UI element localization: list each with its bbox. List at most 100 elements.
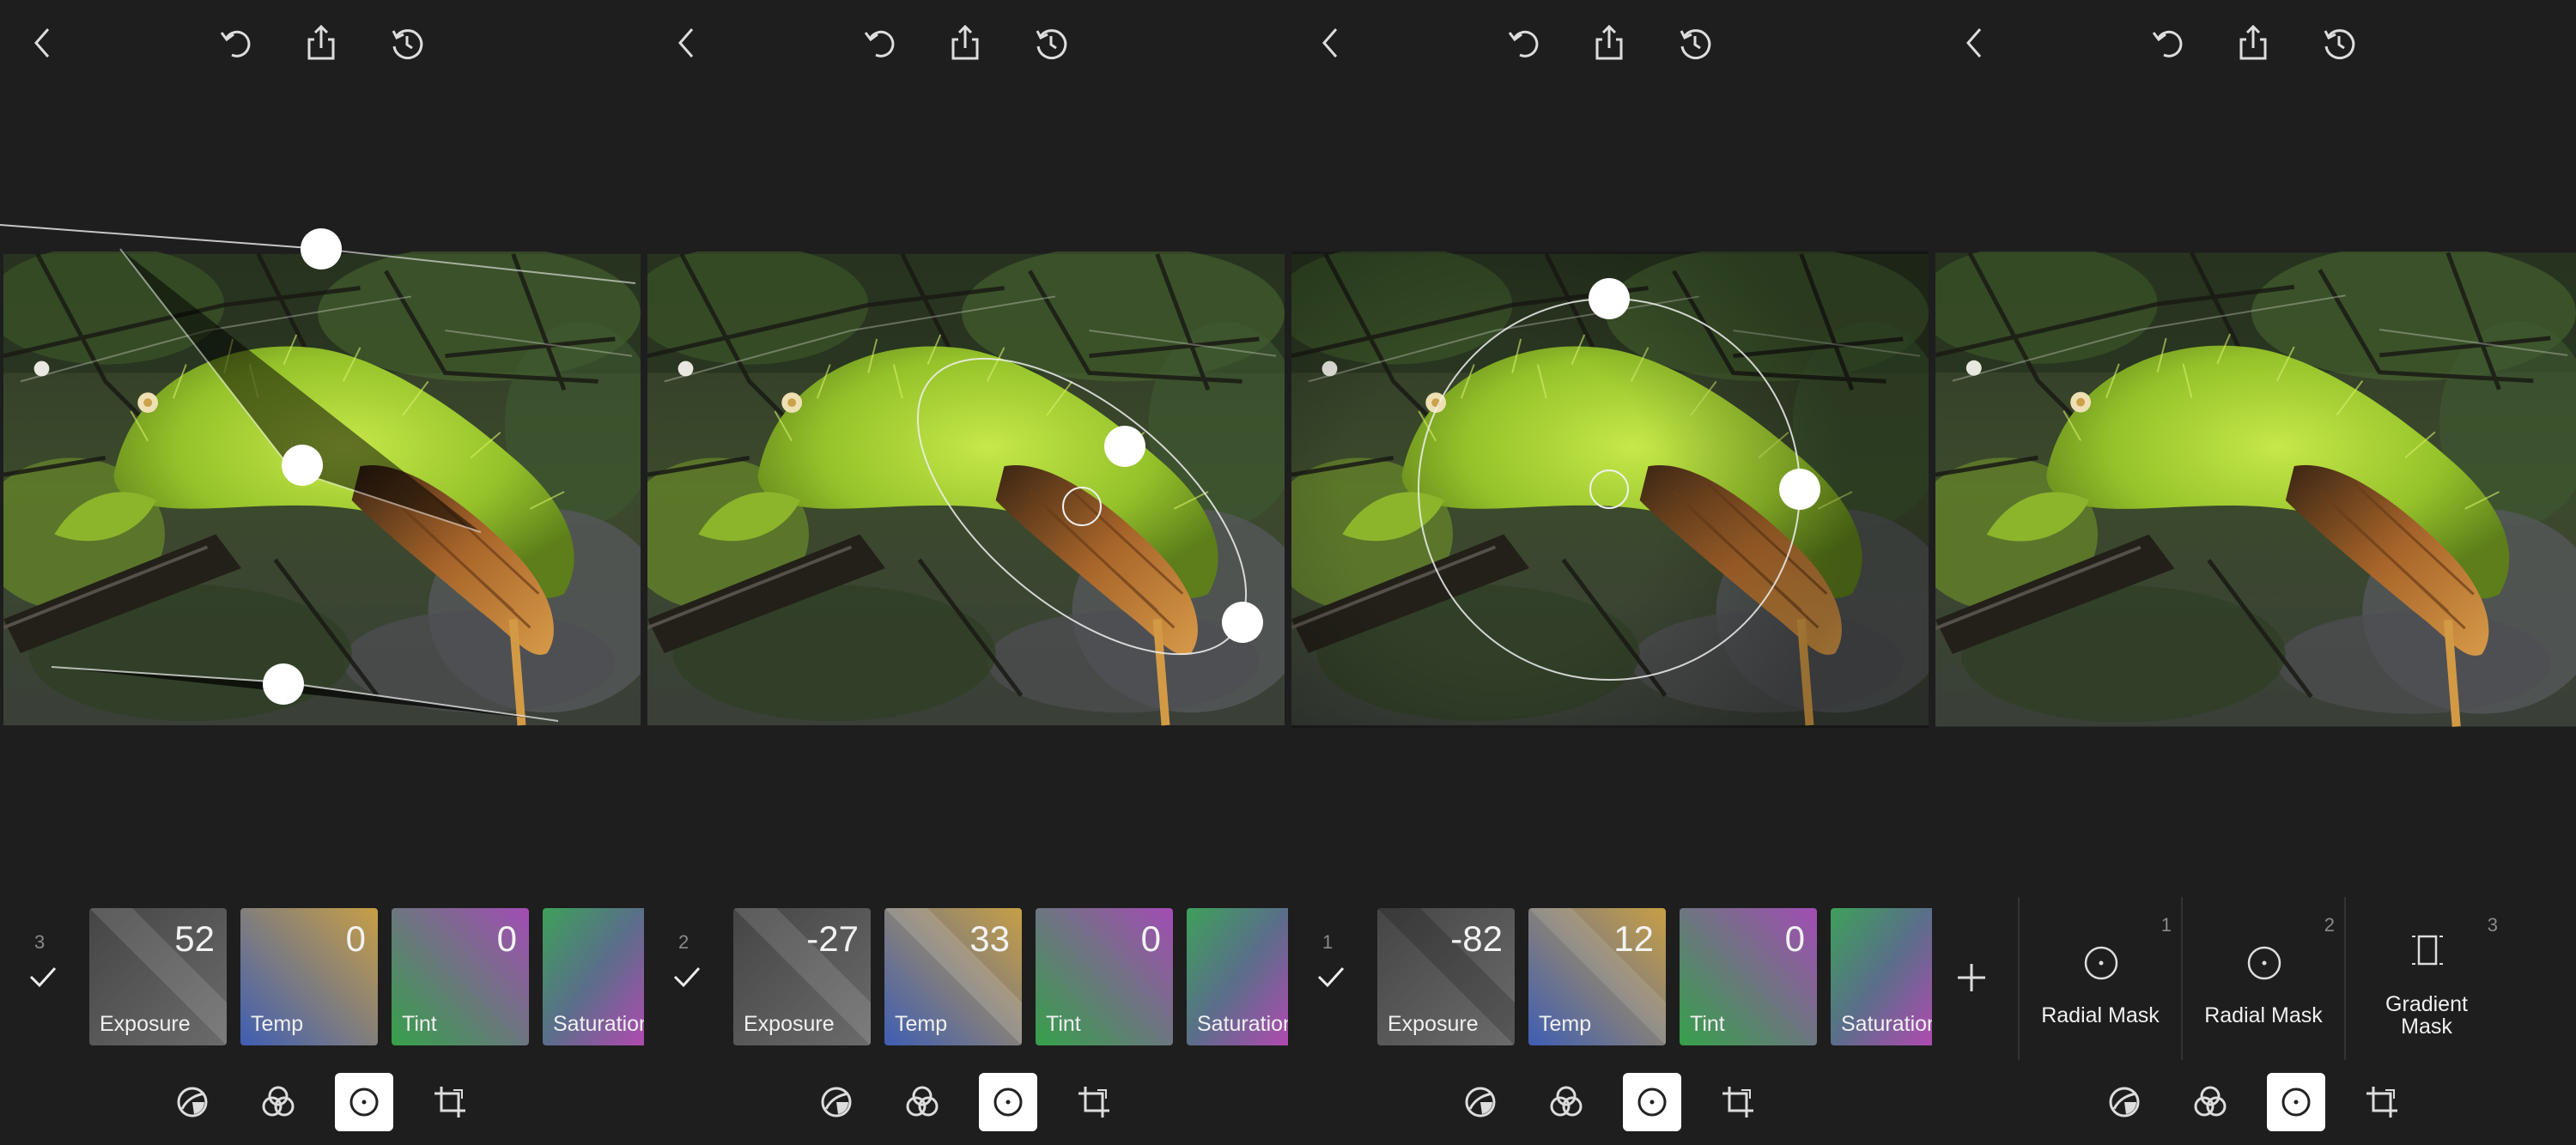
mask-item-3[interactable]: 3 Gradient Mask [2347, 897, 2506, 1060]
crop-icon [1722, 1087, 1753, 1118]
crop-tool-button[interactable] [1709, 1073, 1767, 1131]
radial-mask-icon [2084, 946, 2118, 980]
mask-width-handle[interactable] [1104, 426, 1145, 467]
tone-tool-button[interactable] [807, 1073, 866, 1131]
exposure-tile[interactable]: 52 Exposure [89, 908, 227, 1045]
color-tool-button[interactable] [893, 1073, 951, 1131]
photo-canvas[interactable] [3, 251, 641, 728]
crop-tool-button[interactable] [1065, 1073, 1123, 1131]
saturation-tile[interactable]: Saturation [1187, 908, 1288, 1045]
saturation-tile[interactable]: Saturation [1831, 908, 1932, 1045]
confirm-check-icon[interactable] [1314, 960, 1348, 994]
mask-tool-button[interactable] [979, 1073, 1037, 1131]
crop-tool-button[interactable] [421, 1073, 479, 1131]
revert-button[interactable] [1027, 19, 1075, 67]
back-button[interactable] [663, 19, 711, 67]
photo-image [1935, 251, 2576, 728]
tone-tool-button[interactable] [163, 1073, 222, 1131]
mask-divider [2181, 897, 2183, 1060]
top-toolbar [1288, 0, 1932, 86]
temp-tile[interactable]: 0 Temp [240, 908, 378, 1045]
exposure-tile[interactable]: -82 Exposure [1377, 908, 1515, 1045]
share-icon [1595, 24, 1623, 60]
tile-label: Exposure [744, 1012, 835, 1036]
tone-curve-icon [821, 1087, 852, 1118]
undo-button[interactable] [1499, 19, 1547, 67]
revert-icon [1680, 29, 1711, 60]
mask-tool-icon [349, 1087, 379, 1117]
back-icon [678, 28, 694, 58]
photo-image [3, 251, 641, 728]
mask-tool-button[interactable] [2267, 1073, 2325, 1131]
mask-label: Radial Mask [2204, 1003, 2323, 1027]
back-button[interactable] [1951, 19, 1999, 67]
mask-center-handle[interactable] [282, 445, 323, 486]
mask-label: Gradient Mask [2385, 992, 2468, 1039]
mask-item-1[interactable]: 1 Radial Mask [2020, 897, 2180, 1060]
revert-icon [1036, 29, 1067, 60]
tile-label: Saturation [1841, 1012, 1932, 1036]
photo-image [647, 251, 1285, 728]
mask-divider [2018, 897, 2020, 1060]
mask-height-handle[interactable] [1222, 602, 1263, 643]
color-mix-icon [262, 1086, 295, 1117]
color-mix-icon [906, 1086, 939, 1117]
crop-tool-button[interactable] [2353, 1073, 2411, 1131]
tile-label: Exposure [100, 1012, 191, 1036]
tile-value: 0 [496, 918, 517, 959]
revert-button[interactable] [2315, 19, 2363, 67]
tile-value: 0 [345, 918, 366, 959]
back-icon [1966, 28, 1982, 58]
mask-top-handle[interactable] [301, 228, 342, 270]
mask-number: 2 [2324, 914, 2335, 936]
color-tool-button[interactable] [1537, 1073, 1595, 1131]
layer-count: 1 [1322, 931, 1334, 953]
back-button[interactable] [1307, 19, 1355, 67]
mask-item-2[interactable]: 2 Radial Mask [2184, 897, 2343, 1060]
add-mask-button[interactable] [1951, 957, 1992, 998]
share-button[interactable] [1585, 19, 1633, 67]
exposure-tile[interactable]: -27 Exposure [733, 908, 871, 1045]
tile-value: 0 [1140, 918, 1161, 959]
confirm-check-icon[interactable] [670, 960, 704, 994]
tile-value: 12 [1613, 918, 1654, 959]
tile-value: 33 [969, 918, 1010, 959]
mask-tool-icon [993, 1087, 1023, 1117]
mask-top-handle[interactable] [1589, 278, 1630, 319]
crop-icon [1078, 1087, 1109, 1118]
revert-button[interactable] [383, 19, 431, 67]
mask-vignette [1291, 251, 1929, 728]
share-button[interactable] [941, 19, 989, 67]
color-tool-button[interactable] [2181, 1073, 2239, 1131]
mask-tool-button[interactable] [335, 1073, 393, 1131]
share-button[interactable] [2229, 19, 2277, 67]
photo-canvas[interactable] [647, 251, 1285, 728]
editor-screen-4: 1 Radial Mask 2 Radial Mask 3 Gradient M… [1932, 0, 2576, 1145]
tone-tool-button[interactable] [2095, 1073, 2154, 1131]
mask-bottom-handle[interactable] [263, 663, 304, 705]
temp-tile[interactable]: 12 Temp [1528, 908, 1666, 1045]
tile-label: Tint [1690, 1012, 1725, 1036]
top-toolbar [1932, 0, 2576, 86]
tint-tile[interactable]: 0 Tint [1036, 908, 1173, 1045]
mask-tool-button[interactable] [1623, 1073, 1681, 1131]
photo-canvas[interactable] [1935, 251, 2576, 728]
share-button[interactable] [297, 19, 345, 67]
undo-button[interactable] [211, 19, 259, 67]
back-button[interactable] [19, 19, 67, 67]
temp-tile[interactable]: 33 Temp [884, 908, 1022, 1045]
mask-number: 3 [2487, 914, 2498, 936]
saturation-tile[interactable]: Saturation [543, 908, 644, 1045]
revert-button[interactable] [1671, 19, 1719, 67]
undo-button[interactable] [2143, 19, 2191, 67]
undo-button[interactable] [855, 19, 903, 67]
undo-icon [1508, 30, 1539, 58]
tile-value: 0 [1784, 918, 1805, 959]
photo-canvas[interactable] [1291, 251, 1929, 728]
mask-right-handle[interactable] [1779, 469, 1820, 510]
tint-tile[interactable]: 0 Tint [392, 908, 529, 1045]
color-tool-button[interactable] [249, 1073, 307, 1131]
confirm-check-icon[interactable] [26, 960, 60, 994]
tone-tool-button[interactable] [1451, 1073, 1510, 1131]
tint-tile[interactable]: 0 Tint [1680, 908, 1817, 1045]
